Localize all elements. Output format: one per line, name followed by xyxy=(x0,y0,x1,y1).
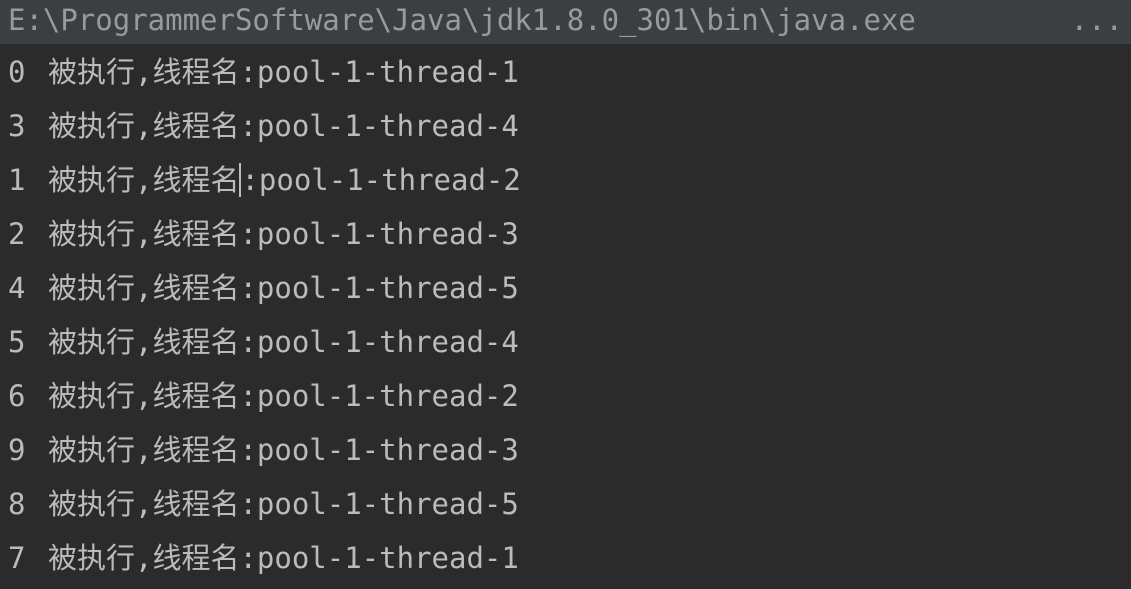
line-suffix: :pool-1-thread-5 xyxy=(239,271,519,305)
line-prefix: 被执行,线程名 xyxy=(48,55,240,89)
output-line: 3 被执行,线程名:pool-1-thread-4 xyxy=(8,99,1131,153)
line-prefix: 被执行,线程名 xyxy=(48,487,240,521)
line-prefix: 被执行,线程名 xyxy=(48,271,240,305)
line-index: 9 xyxy=(8,433,26,467)
output-line: 9 被执行,线程名:pool-1-thread-3 xyxy=(8,423,1131,477)
output-line: 1 被执行,线程名:pool-1-thread-2 xyxy=(8,153,1131,207)
line-prefix: 被执行,线程名 xyxy=(48,325,240,359)
line-suffix: :pool-1-thread-2 xyxy=(239,379,519,413)
output-line: 7 被执行,线程名:pool-1-thread-1 xyxy=(8,531,1131,585)
line-prefix: 被执行,线程名 xyxy=(48,163,240,197)
command-path: E:\ProgrammerSoftware\Java\jdk1.8.0_301\… xyxy=(8,3,916,37)
line-prefix: 被执行,线程名 xyxy=(48,541,240,575)
line-suffix: :pool-1-thread-3 xyxy=(239,217,519,251)
line-suffix: :pool-1-thread-4 xyxy=(239,325,519,359)
line-suffix: :pool-1-thread-1 xyxy=(239,55,519,89)
run-console[interactable]: E:\ProgrammerSoftware\Java\jdk1.8.0_301\… xyxy=(0,0,1131,589)
command-ellipsis[interactable]: ... xyxy=(1071,0,1123,40)
output-line: 6 被执行,线程名:pool-1-thread-2 xyxy=(8,369,1131,423)
line-index: 1 xyxy=(8,163,26,197)
line-index: 5 xyxy=(8,325,26,359)
line-prefix: 被执行,线程名 xyxy=(48,109,240,143)
output-line: 4 被执行,线程名:pool-1-thread-5 xyxy=(8,261,1131,315)
line-index: 4 xyxy=(8,271,26,305)
line-index: 0 xyxy=(8,55,26,89)
line-index: 7 xyxy=(8,541,26,575)
line-index: 2 xyxy=(8,217,26,251)
output-line: 5 被执行,线程名:pool-1-thread-4 xyxy=(8,315,1131,369)
line-suffix: :pool-1-thread-5 xyxy=(239,487,519,521)
output-line: 8 被执行,线程名:pool-1-thread-5 xyxy=(8,477,1131,531)
line-suffix: :pool-1-thread-4 xyxy=(239,109,519,143)
line-prefix: 被执行,线程名 xyxy=(48,379,240,413)
command-line[interactable]: E:\ProgrammerSoftware\Java\jdk1.8.0_301\… xyxy=(0,0,1131,44)
line-suffix: :pool-1-thread-2 xyxy=(241,163,521,197)
line-index: 3 xyxy=(8,109,26,143)
line-suffix: :pool-1-thread-1 xyxy=(239,541,519,575)
line-index: 6 xyxy=(8,379,26,413)
output-line: 0 被执行,线程名:pool-1-thread-1 xyxy=(8,45,1131,99)
line-prefix: 被执行,线程名 xyxy=(48,433,240,467)
line-prefix: 被执行,线程名 xyxy=(48,217,240,251)
output-line: 2 被执行,线程名:pool-1-thread-3 xyxy=(8,207,1131,261)
line-suffix: :pool-1-thread-3 xyxy=(239,433,519,467)
console-output[interactable]: 0 被执行,线程名:pool-1-thread-1 3 被执行,线程名:pool-1… xyxy=(8,45,1131,585)
line-index: 8 xyxy=(8,487,26,521)
